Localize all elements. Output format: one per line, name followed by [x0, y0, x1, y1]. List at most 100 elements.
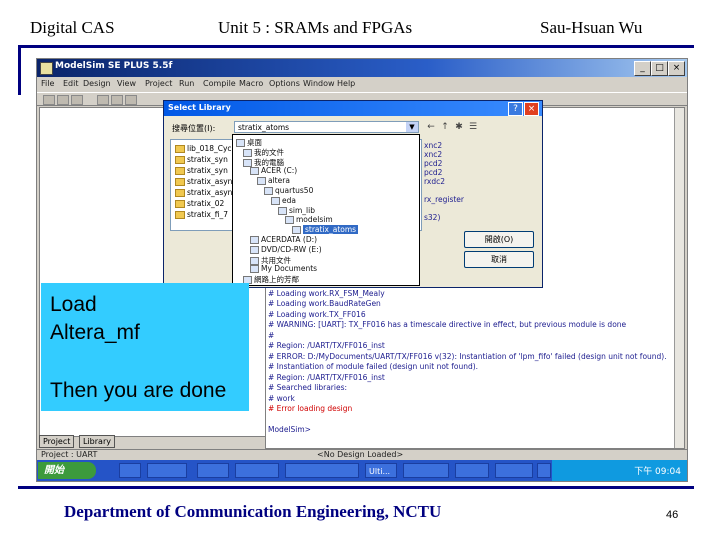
menu-help[interactable]: Help — [337, 79, 355, 88]
dropdown-item-label: ACER (C:) — [261, 166, 298, 176]
dropdown-item[interactable]: stratix_atoms — [292, 225, 359, 235]
taskbar-task[interactable] — [119, 463, 141, 478]
taskbar-task[interactable] — [285, 463, 359, 478]
taskbar-task[interactable] — [235, 463, 279, 478]
transcript-line: # Region: /UART/TX/FF016_inst — [268, 372, 385, 382]
folder-icon — [278, 206, 287, 215]
dropdown-item[interactable]: My Documents — [250, 264, 318, 274]
transcript-line: # ERROR: D:/MyDocuments/UART/TX/FF016 v(… — [268, 351, 667, 361]
toolbar-cut-icon[interactable] — [97, 95, 109, 105]
menu-design[interactable]: Design — [83, 79, 111, 88]
toolbar-save-icon[interactable] — [71, 95, 83, 105]
dropdown-item[interactable]: eda — [271, 196, 296, 205]
dialog-close-button[interactable]: × — [524, 102, 539, 116]
dropdown-item[interactable]: quartus50 — [264, 186, 313, 195]
dropdown-item[interactable]: sim_lib — [278, 206, 315, 215]
dropdown-item[interactable]: 網路上的芳鄰 — [243, 274, 299, 285]
look-in-label: 搜尋位置(I): — [172, 124, 216, 133]
page-number: 46 — [666, 509, 679, 521]
menu-file[interactable]: File — [41, 79, 54, 88]
chevron-down-icon[interactable]: ▼ — [406, 122, 418, 132]
back-icon[interactable]: ← — [426, 122, 436, 132]
menu-bar: File Edit Design View Project Run Compile Macro… — [37, 78, 687, 91]
dropdown-item[interactable]: modelsim — [285, 215, 333, 225]
header-unit-title: Unit 5 : SRAMs and FPGAs — [218, 18, 413, 37]
instruction-callout: Load Altera_mf Then you are done — [41, 283, 249, 411]
menu-view[interactable]: View — [117, 79, 136, 88]
dropdown-item-label: 我的文件 — [254, 147, 284, 157]
open-button[interactable]: 開啟(O) — [464, 231, 534, 248]
dropdown-item-label: 桌面 — [247, 138, 262, 147]
folder-icon — [250, 256, 259, 265]
tab-library[interactable]: Library — [79, 435, 115, 448]
taskbar-task[interactable] — [403, 463, 449, 478]
folder-icon — [243, 148, 252, 157]
status-design: <No Design Loaded> — [317, 450, 404, 459]
dialog-help-button[interactable]: ? — [508, 102, 523, 116]
folder-icon — [175, 200, 185, 208]
dropdown-item-label: My Documents — [261, 264, 318, 274]
taskbar-task[interactable] — [537, 463, 551, 478]
header-course: Digital CAS — [30, 18, 115, 37]
system-tray: 下午 09:04 — [552, 460, 687, 481]
dialog-titlebar[interactable]: Select Library ? × — [164, 101, 542, 116]
dropdown-item-label: ACERDATA (D:) — [261, 235, 318, 244]
taskbar-task[interactable] — [495, 463, 533, 478]
dropdown-item-label: eda — [282, 195, 296, 205]
window-titlebar[interactable]: ModelSim SE PLUS 5.5f _ □ × — [37, 59, 687, 77]
dialog-side-line: pcd2 — [424, 168, 443, 177]
dialog-side-line: s32) — [424, 213, 441, 222]
toolbar-open-icon[interactable] — [57, 95, 69, 105]
folder-icon — [257, 177, 266, 186]
menu-compile[interactable]: Compile — [203, 79, 236, 88]
dropdown-item[interactable]: altera — [257, 176, 290, 186]
menu-edit[interactable]: Edit — [63, 79, 79, 88]
menu-macro[interactable]: Macro — [239, 79, 263, 88]
new-folder-icon[interactable]: ✱ — [454, 122, 464, 132]
dialog-side-line: xnc2 — [424, 141, 443, 150]
view-menu-icon[interactable]: ☰ — [468, 122, 478, 132]
transcript-scrollbar[interactable] — [674, 108, 684, 448]
file-item[interactable]: stratix_syn — [175, 155, 228, 164]
dropdown-item[interactable]: ACERDATA (D:) — [250, 235, 317, 244]
callout-line-3: Then you are done — [50, 379, 227, 402]
folder-icon — [292, 226, 301, 235]
dropdown-item[interactable]: ACER (C:) — [250, 166, 298, 176]
dialog-side-line: rx_register — [424, 195, 464, 204]
look-in-value: stratix_atoms — [238, 123, 290, 132]
file-item-label: stratix_syn — [187, 155, 228, 164]
clock: 下午 09:04 — [634, 467, 681, 477]
folder-icon — [175, 145, 185, 153]
up-folder-icon[interactable]: ↑ — [440, 122, 450, 132]
file-item[interactable]: stratix_fi_7 — [175, 210, 228, 219]
start-button[interactable]: 開始 — [38, 462, 96, 479]
dropdown-item-label: altera — [268, 176, 290, 186]
menu-run[interactable]: Run — [179, 79, 194, 88]
menu-window[interactable]: Window — [303, 79, 335, 88]
taskbar-task[interactable]: Ulti... — [365, 463, 397, 478]
toolbar-copy-icon[interactable] — [111, 95, 123, 105]
file-item[interactable]: stratix_syn — [175, 166, 228, 175]
look-in-select[interactable]: stratix_atoms ▼ — [234, 121, 419, 133]
bottom-rule — [18, 486, 694, 489]
status-project: Project : UART — [41, 450, 98, 459]
taskbar-task[interactable] — [455, 463, 489, 478]
dropdown-item[interactable]: DVD/CD-RW (E:) — [250, 245, 322, 254]
cancel-button[interactable]: 取消 — [464, 251, 534, 268]
file-item[interactable]: stratix_02 — [175, 199, 224, 208]
folder-icon — [250, 236, 259, 244]
taskbar-task[interactable] — [147, 463, 187, 478]
maximize-button[interactable]: □ — [651, 61, 668, 76]
window-title: ModelSim SE PLUS 5.5f — [55, 61, 173, 71]
look-in-dropdown-list[interactable]: 桌面 我的文件 我的電腦 ACER (C:) altera quartus50 eda sim… — [232, 134, 420, 286]
taskbar-task[interactable] — [197, 463, 229, 478]
minimize-button[interactable]: _ — [634, 61, 651, 76]
menu-project[interactable]: Project — [145, 79, 172, 88]
tab-project[interactable]: Project — [39, 435, 75, 448]
menu-options[interactable]: Options — [269, 79, 300, 88]
close-button[interactable]: × — [668, 61, 685, 76]
dialog-side-line: xnc2 — [424, 150, 443, 159]
toolbar-new-icon[interactable] — [43, 95, 55, 105]
toolbar-paste-icon[interactable] — [125, 95, 137, 105]
file-item[interactable]: lib_018_Cyc — [175, 144, 232, 153]
